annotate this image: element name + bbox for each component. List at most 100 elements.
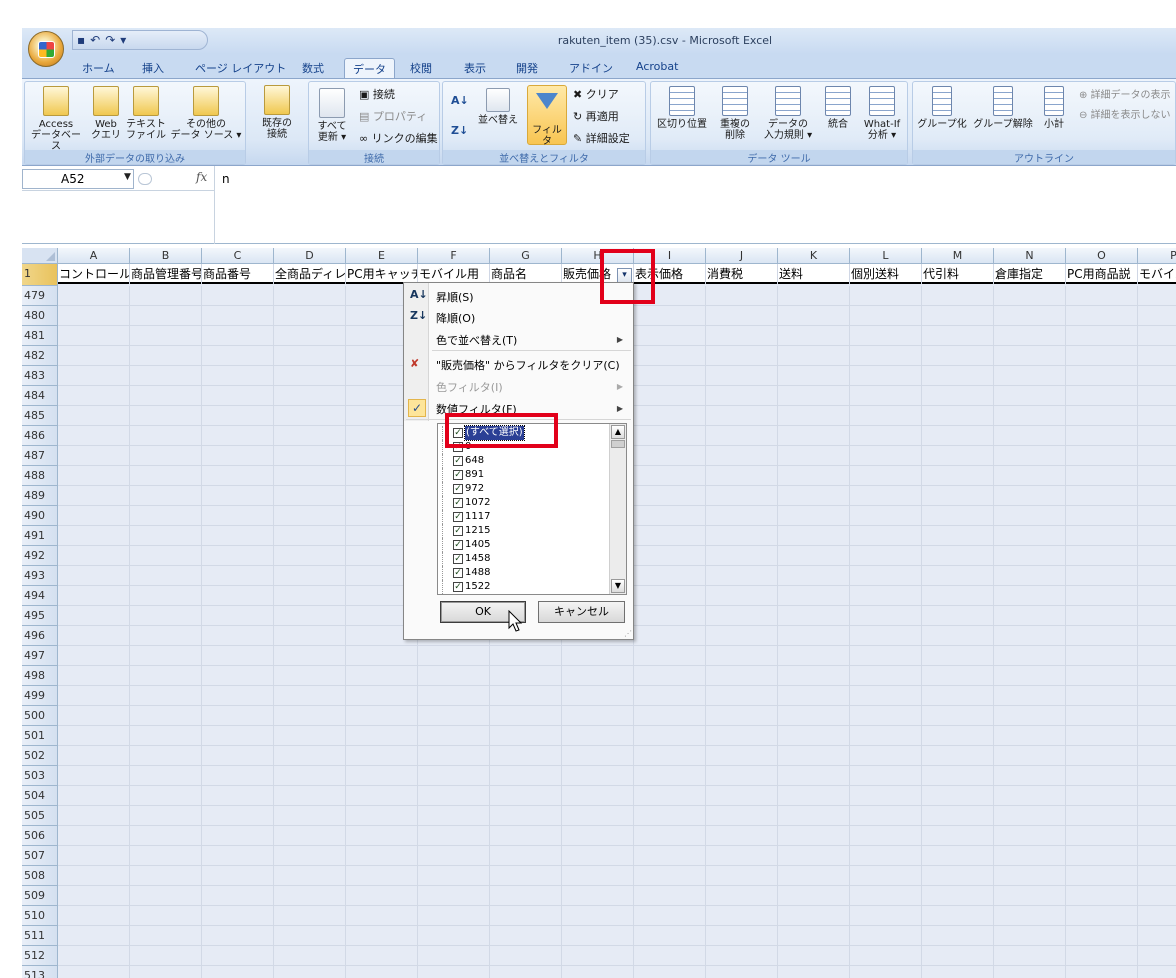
text-file-button[interactable]: テキスト ファイル [125,86,167,141]
checkbox-icon[interactable]: ✓ [453,568,463,578]
header-cell[interactable]: 消費税 [706,264,778,284]
header-cell[interactable]: 個別送料 [850,264,922,284]
edit-links-button[interactable]: ∞ リンクの編集 [359,130,438,146]
checkbox-icon[interactable]: ✓ [453,554,463,564]
column-header[interactable]: N [994,248,1066,264]
row-header[interactable]: 513 [22,966,58,978]
row-header[interactable]: 502 [22,746,58,766]
insert-function-icon[interactable]: fx [196,170,207,184]
what-if-button[interactable]: What-If 分析 ▾ [859,86,905,141]
column-header[interactable]: O [1066,248,1138,264]
row-header[interactable]: 498 [22,666,58,686]
column-header[interactable]: G [490,248,562,264]
header-cell[interactable]: 送料 [778,264,850,284]
filter-value-item[interactable]: ✓ 648 [442,454,607,468]
column-header[interactable]: L [850,248,922,264]
group-button[interactable]: グループ化 [915,86,969,130]
column-header[interactable]: M [922,248,994,264]
row-header[interactable]: 506 [22,826,58,846]
menu-sort-by-color[interactable]: 色で並べ替え(T) [436,332,517,348]
tab-page-layout[interactable]: ページ レイアウト [187,58,294,78]
row-header[interactable]: 480 [22,306,58,326]
checkbox-icon[interactable]: ✓ [453,582,463,592]
scroll-down-icon[interactable]: ▼ [611,579,625,593]
remove-duplicates-button[interactable]: 重複の 削除 [713,86,757,141]
checkbox-icon[interactable]: ✓ [453,456,463,466]
filter-value-item[interactable]: ✓ 891 [442,468,607,482]
ungroup-button[interactable]: グループ解除 [971,86,1035,130]
existing-connections-button[interactable]: 既存の 接続 [256,85,298,140]
row-header[interactable]: 511 [22,926,58,946]
header-cell[interactable]: モバイル [1138,264,1176,284]
name-box[interactable]: A52 [22,169,134,189]
tab-data[interactable]: データ [344,58,395,78]
checkbox-icon[interactable]: ✓ [453,498,463,508]
access-button[interactable]: Access データベース [31,86,81,152]
reapply-button[interactable]: ↻ 再適用 [573,108,619,124]
subtotal-button[interactable]: 小計 [1037,86,1071,130]
formula-input[interactable]: n [222,172,230,186]
row-header[interactable]: 503 [22,766,58,786]
row-header[interactable]: 500 [22,706,58,726]
tab-insert[interactable]: 挿入 [134,58,172,78]
text-to-columns-button[interactable]: 区切り位置 [653,86,711,130]
filter-value-item[interactable]: ✓ 1522 [442,580,607,594]
header-cell[interactable]: 商品名 [490,264,562,284]
header-cell[interactable]: 倉庫指定 [994,264,1066,284]
header-cell[interactable]: モバイル用 [418,264,490,284]
checkbox-icon[interactable]: ✓ [453,484,463,494]
tab-addins[interactable]: アドイン [561,58,621,78]
header-cell[interactable]: 代引料 [922,264,994,284]
row-header[interactable]: 489 [22,486,58,506]
header-cell[interactable]: コントロール [58,264,130,284]
sort-asc-icon[interactable]: A↓ [451,94,469,107]
tab-review[interactable]: 校閲 [402,58,440,78]
filter-value-item[interactable]: ✓ 1458 [442,552,607,566]
show-detail-button[interactable]: ⊕ 詳細データの表示 [1079,86,1171,101]
checkbox-icon[interactable]: ✓ [453,470,463,480]
row-header[interactable]: 508 [22,866,58,886]
row-header[interactable]: 495 [22,606,58,626]
column-header[interactable]: P [1138,248,1176,264]
row-header[interactable]: 487 [22,446,58,466]
scroll-thumb[interactable] [611,440,625,448]
column-header[interactable]: E [346,248,418,264]
row-header[interactable]: 486 [22,426,58,446]
row-header[interactable]: 507 [22,846,58,866]
data-validation-button[interactable]: データの 入力規則 ▾ [759,86,817,141]
row-header[interactable]: 490 [22,506,58,526]
row-header[interactable]: 494 [22,586,58,606]
column-header[interactable]: C [202,248,274,264]
column-header[interactable]: K [778,248,850,264]
sort-button[interactable]: 並べ替え [477,88,519,126]
row-header[interactable]: 479 [22,286,58,306]
checkbox-icon[interactable]: ✓ [453,540,463,550]
resize-grip-icon[interactable]: ⋰ [624,629,632,638]
column-header[interactable]: A [58,248,130,264]
filter-value-item[interactable]: ✓ 1117 [442,510,607,524]
hide-detail-button[interactable]: ⊖ 詳細を表示しない [1079,106,1171,121]
list-scrollbar[interactable]: ▲ ▼ [609,424,626,594]
filter-value-item[interactable]: ✓ 972 [442,482,607,496]
row-header[interactable]: 485 [22,406,58,426]
checkbox-icon[interactable]: ✓ [453,512,463,522]
scroll-up-icon[interactable]: ▲ [611,425,625,439]
filter-value-item[interactable]: ✓ 1072 [442,496,607,510]
header-cell[interactable]: 商品番号 [202,264,274,284]
connections-button[interactable]: ▣ 接続 [359,86,395,102]
name-box-dropdown-icon[interactable]: ▼ [124,172,131,182]
row-header[interactable]: 481 [22,326,58,346]
menu-sort-desc[interactable]: 降順(O) [436,310,475,326]
row-header[interactable]: 484 [22,386,58,406]
tab-formulas[interactable]: 数式 [294,58,332,78]
row-header[interactable]: 509 [22,886,58,906]
clear-button[interactable]: ✖ クリア [573,86,619,102]
header-cell[interactable]: 全商品ディレ [274,264,346,284]
filter-value-item[interactable]: ✓ 1215 [442,524,607,538]
column-header[interactable]: F [418,248,490,264]
tab-view[interactable]: 表示 [456,58,494,78]
value-list[interactable]: ✓ (すべて選択) ✓ 0 ✓ 648 ✓ 891 ✓ 972 ✓ 1072 ✓ 1117 ✓ 1215 ✓ 14… [437,423,627,595]
office-button[interactable] [28,31,64,67]
row-header[interactable]: 493 [22,566,58,586]
row-header[interactable]: 501 [22,726,58,746]
